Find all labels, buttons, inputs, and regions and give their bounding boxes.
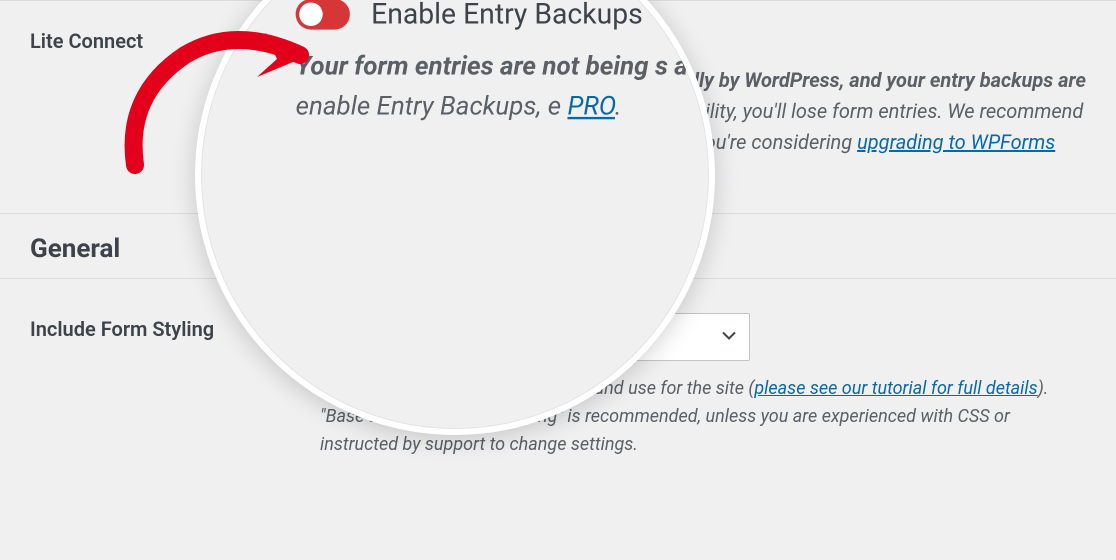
tutorial-link[interactable]: please see our tutorial for full details xyxy=(754,378,1037,399)
entry-backups-toggle-zoom xyxy=(296,0,350,30)
